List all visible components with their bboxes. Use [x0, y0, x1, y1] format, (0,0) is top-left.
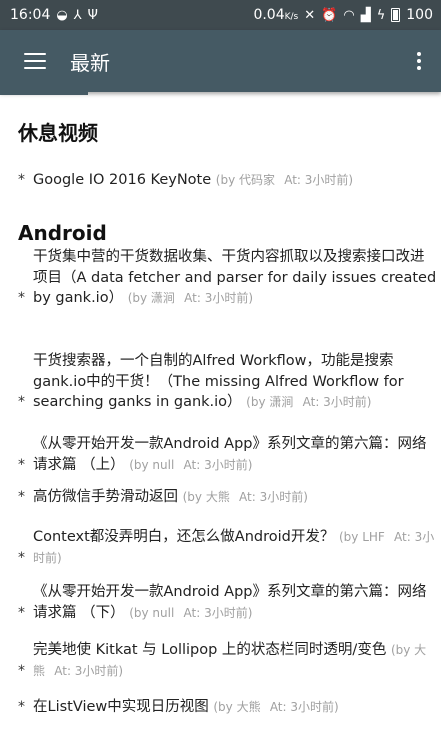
network-speed: 0.04K/s — [253, 7, 299, 23]
item-time: At: 3小时前) — [302, 395, 372, 409]
charging-icon: ϟ — [376, 7, 386, 23]
item-title: 在ListView中实现日历视图 — [33, 699, 209, 715]
item-time: At: 3小时前) — [284, 173, 354, 187]
bullet: * — [18, 549, 25, 566]
menu-button[interactable] — [0, 30, 70, 92]
usb-icon: Ψ — [87, 7, 98, 23]
item-title: 高仿微信手势滑动返回 — [33, 489, 178, 505]
item-author: (by 潇涧 — [246, 395, 294, 409]
wifi-icon: ◠ — [343, 7, 355, 23]
item-title: 完美地使 Kitkat 与 Lollipop 上的状态栏同时透明/变色 — [33, 642, 387, 658]
section-title: Android — [18, 221, 107, 245]
bullet: * — [18, 699, 25, 715]
page-title: 最新 — [70, 50, 110, 75]
bullet: * — [18, 394, 25, 410]
list-item[interactable]: * 完美地使 Kitkat 与 Lollipop 上的状态栏同时透明/变色 (b… — [18, 640, 438, 681]
list-item[interactable]: * 高仿微信手势滑动返回 (by 大熊 At: 3小时前) — [18, 487, 438, 508]
signal-icon: ▟ — [360, 7, 371, 23]
overflow-menu-button[interactable] — [397, 30, 441, 92]
item-time: At: 3小时前) — [183, 605, 253, 620]
list-item[interactable]: * 在ListView中实现日历视图 (by 大熊 At: 3小时前) — [18, 697, 438, 718]
bullet: * — [18, 489, 25, 505]
item-author: (by LHF — [338, 530, 385, 544]
item-time: At: 3小时前) — [184, 291, 254, 305]
more-vert-icon — [417, 52, 421, 70]
bullet: * — [18, 604, 25, 621]
mute-icon: ✕ — [304, 7, 316, 23]
list-item[interactable]: * 《从零开始开发一款Android App》系列文章的第六篇：网络请求篇 （上… — [18, 434, 438, 475]
list-item[interactable]: * Google IO 2016 KeyNote (by 代码家 At: 3小时… — [18, 170, 438, 191]
item-author: (by 大熊 — [213, 700, 261, 714]
item-title: Google IO 2016 KeyNote — [33, 172, 212, 188]
hamburger-icon — [24, 53, 46, 69]
bullet: * — [18, 172, 25, 188]
status-time: 16:04 — [10, 7, 51, 23]
notification-icon: ⅄ — [73, 7, 82, 23]
bullet: * — [18, 290, 25, 306]
section-title: 休息视频 — [18, 121, 98, 145]
status-bar: 16:04 ◒ ⅄ Ψ 0.04K/s ✕ ⏰ ◠ ▟ ϟ 100 — [0, 0, 441, 30]
list-item[interactable]: * 干货集中营的干货数据收集、干货内容抓取以及搜索接口改进项目（A data f… — [18, 247, 438, 309]
list-item[interactable]: * Context都没弄明白，还怎么做Android开发？ (by LHF At… — [18, 527, 438, 568]
list-item[interactable]: * 《从零开始开发一款Android App》系列文章的第六篇：网络请求篇 （下… — [18, 582, 438, 623]
alarm-icon: ⏰ — [321, 7, 338, 23]
bullet: * — [18, 456, 25, 473]
item-author: (by 代码家 — [215, 173, 275, 187]
loading-indicator — [0, 92, 88, 95]
item-time: At: 3小时前) — [269, 700, 339, 714]
item-author: (by 潇涧 — [127, 291, 175, 305]
list-item[interactable]: * 干货搜索器，一个自制的Alfred Workflow，功能是搜索gank.i… — [18, 351, 438, 413]
item-author: (by null — [129, 457, 175, 472]
app-bar: 最新 — [0, 30, 441, 92]
battery-level: 100 — [406, 7, 433, 23]
bullet: * — [18, 662, 25, 679]
feed-list: 休息视频 * Google IO 2016 KeyNote (by 代码家 At… — [0, 96, 441, 734]
item-author: (by 大熊 — [182, 490, 230, 504]
item-author: (by null — [129, 605, 175, 620]
moon-icon: ◒ — [56, 7, 68, 23]
item-time: At: 3小时前) — [183, 457, 253, 472]
battery-icon — [391, 8, 401, 22]
item-time: At: 3小时前) — [54, 663, 124, 678]
item-title: Context都没弄明白，还怎么做Android开发？ — [33, 529, 335, 545]
item-time: At: 3小时前) — [239, 490, 308, 504]
